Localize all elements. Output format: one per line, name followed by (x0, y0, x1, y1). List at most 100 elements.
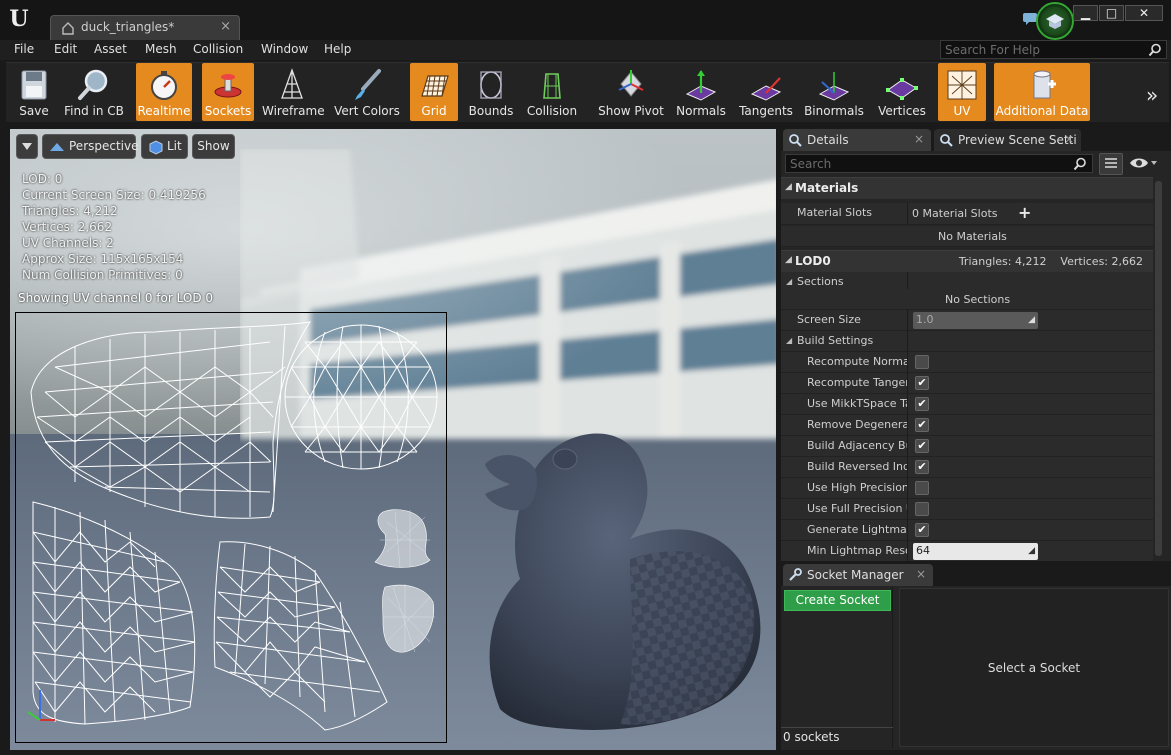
materials-header: Materials (795, 181, 859, 195)
find-in-cb-button[interactable]: Find in CB (62, 63, 126, 121)
build-settings-row[interactable]: ◢ Build Settings (781, 331, 1153, 352)
lit-view-mode-dropdown[interactable]: Lit (141, 134, 188, 159)
asset-tab-label: duck_triangles* (81, 20, 175, 34)
details-tab-bar: Details × Preview Scene Setti × (781, 129, 1171, 151)
save-button[interactable]: Save (10, 63, 58, 121)
build-setting-mikktspace: Use MikkTSpace Tangent Space ✔ (781, 394, 1153, 415)
build-setting-adjacency-buffer: Build Adjacency Buffer ✔ (781, 436, 1153, 457)
asset-tab[interactable]: duck_triangles* × (50, 15, 240, 40)
details-panel: Search ◢ Materials Material Slots 0 Mate… (781, 151, 1171, 561)
menu-window[interactable]: Window (261, 42, 308, 56)
socket-count: 0 sockets (783, 730, 840, 744)
perspective-dropdown[interactable]: Perspective (42, 134, 139, 159)
min-lightmap-resolution-input[interactable]: 64 ◢ (913, 543, 1038, 560)
additional-data-toggle-button[interactable]: Additional Data (994, 63, 1090, 121)
column-divider (907, 373, 908, 394)
screen-size-row: Screen Size 1.0 ◢ (781, 310, 1153, 331)
close-window-button[interactable]: ✕ (1125, 5, 1163, 21)
tangents-button[interactable]: Tangents (736, 63, 796, 121)
sockets-toggle-button[interactable]: Sockets (202, 63, 254, 121)
wireframe-button[interactable]: Wireframe (262, 63, 325, 121)
tab-details-close-icon[interactable]: × (914, 129, 924, 149)
lod0-category[interactable]: ◢ LOD0 Triangles: 4,212 Vertices: 2,662 (781, 250, 1153, 272)
add-material-slot-button[interactable]: + (1018, 203, 1031, 222)
uv-channel-caption: Showing UV channel 0 for LOD 0 (18, 291, 214, 305)
menu-asset[interactable]: Asset (94, 42, 127, 56)
tab-preview-scene-settings[interactable]: Preview Scene Setti × (934, 129, 1081, 151)
details-search-input[interactable]: Search (785, 154, 1093, 173)
maximize-button[interactable]: □ (1099, 5, 1124, 21)
show-flags-dropdown[interactable]: Show (192, 134, 235, 159)
divider (781, 727, 893, 728)
collapse-arrow-icon: ◢ (785, 182, 792, 192)
menu-file[interactable]: File (14, 42, 34, 56)
paint-brush-icon (355, 69, 381, 100)
menu-mesh[interactable]: Mesh (145, 42, 177, 56)
recompute-normals-checkbox[interactable] (915, 355, 929, 369)
socket-manager-panel: Create Socket 0 sockets Select a Socket (781, 586, 1171, 750)
remove-degenerates-checkbox[interactable]: ✔ (915, 418, 929, 432)
normals-button[interactable]: Normals (674, 63, 728, 121)
tutorial-cap-icon[interactable] (1036, 2, 1074, 40)
show-pivot-button[interactable]: Show Pivot (596, 63, 666, 121)
bounds-button[interactable]: Bounds (466, 63, 516, 121)
vert-colors-button[interactable]: Vert Colors (332, 63, 402, 121)
tab-socket-manager-close-icon[interactable]: × (916, 564, 926, 584)
uv-toggle-button[interactable]: UV (938, 63, 986, 121)
build-setting-high-precision-tangent: Use High Precision Tangent Basis (781, 478, 1153, 499)
menu-collision[interactable]: Collision (193, 42, 243, 56)
column-divider (907, 352, 908, 373)
tangents-label: Tangents (739, 104, 793, 118)
mikktspace-checkbox[interactable]: ✔ (915, 397, 929, 411)
asset-tab-close-icon[interactable]: × (220, 19, 231, 34)
column-divider (907, 541, 908, 561)
toolbar-overflow-icon[interactable]: » (1146, 83, 1158, 107)
realtime-toggle-button[interactable]: Realtime (136, 63, 192, 121)
tab-socket-manager[interactable]: Socket Manager × (783, 564, 933, 586)
stat-triangles: Triangles: 4,212 (22, 204, 118, 218)
search-icon (1073, 157, 1086, 171)
adjacency-buffer-checkbox[interactable]: ✔ (915, 439, 929, 453)
vert-colors-label: Vert Colors (334, 104, 400, 118)
binormals-label: Binormals (804, 104, 864, 118)
socket-manager-tab-bar: Socket Manager × (781, 564, 1171, 586)
reversed-index-checkbox[interactable]: ✔ (915, 460, 929, 474)
mesh-viewport[interactable]: Perspective Lit Show LOD: 0 Current Scre… (6, 129, 776, 750)
find-in-cb-label: Find in CB (64, 104, 124, 118)
help-search-input[interactable]: Search For Help (940, 40, 1167, 59)
minimize-button[interactable]: ▁ (1073, 5, 1098, 21)
generate-lightmap-uvs-checkbox[interactable]: ✔ (915, 523, 929, 537)
visibility-eye-icon[interactable] (1129, 156, 1159, 170)
create-socket-button[interactable]: Create Socket (784, 590, 891, 611)
list-view-toggle-button[interactable] (1099, 153, 1123, 175)
stat-collision-primitives: Num Collision Primitives: 0 (22, 268, 183, 282)
duck-mesh-preview (485, 433, 761, 730)
tab-details[interactable]: Details × (783, 129, 931, 151)
recompute-tangents-checkbox[interactable]: ✔ (915, 376, 929, 390)
column-divider (907, 436, 908, 457)
vertices-button[interactable]: Vertices (876, 63, 928, 121)
stat-screen-size: Current Screen Size: 0.419256 (22, 188, 206, 202)
additional-data-label: Additional Data (995, 104, 1089, 118)
stat-vertices: Vertices: 2,662 (22, 220, 113, 234)
high-precision-tangent-checkbox[interactable] (915, 481, 929, 495)
viewport-options-dropdown[interactable] (16, 134, 38, 159)
full-precision-uvs-checkbox[interactable] (915, 502, 929, 516)
menu-edit[interactable]: Edit (54, 42, 77, 56)
menu-help[interactable]: Help (324, 42, 351, 56)
collision-button[interactable]: Collision (522, 63, 582, 121)
tab-preview-close-icon[interactable]: × (1064, 129, 1074, 149)
details-scrollbar[interactable] (1155, 181, 1162, 556)
setting-label: Generate Lightmap UVs (807, 523, 907, 536)
toolbar: Save Find in CB Realtime Sockets Wirefra… (6, 62, 1169, 122)
grid-toggle-button[interactable]: Grid (410, 63, 458, 121)
materials-category[interactable]: ◢ Materials (781, 177, 1153, 199)
lod0-header: LOD0 (795, 254, 831, 268)
socket-list[interactable]: Create Socket 0 sockets (781, 586, 893, 748)
tab-preview-scene-label: Preview Scene Setti (958, 133, 1077, 147)
build-setting-recompute-normals: Recompute Normals (781, 352, 1153, 373)
binormals-button[interactable]: Binormals (802, 63, 866, 121)
screen-size-input[interactable]: 1.0 ◢ (913, 312, 1038, 329)
unreal-logo-icon[interactable]: U (6, 6, 32, 32)
list-icon (1105, 158, 1117, 168)
